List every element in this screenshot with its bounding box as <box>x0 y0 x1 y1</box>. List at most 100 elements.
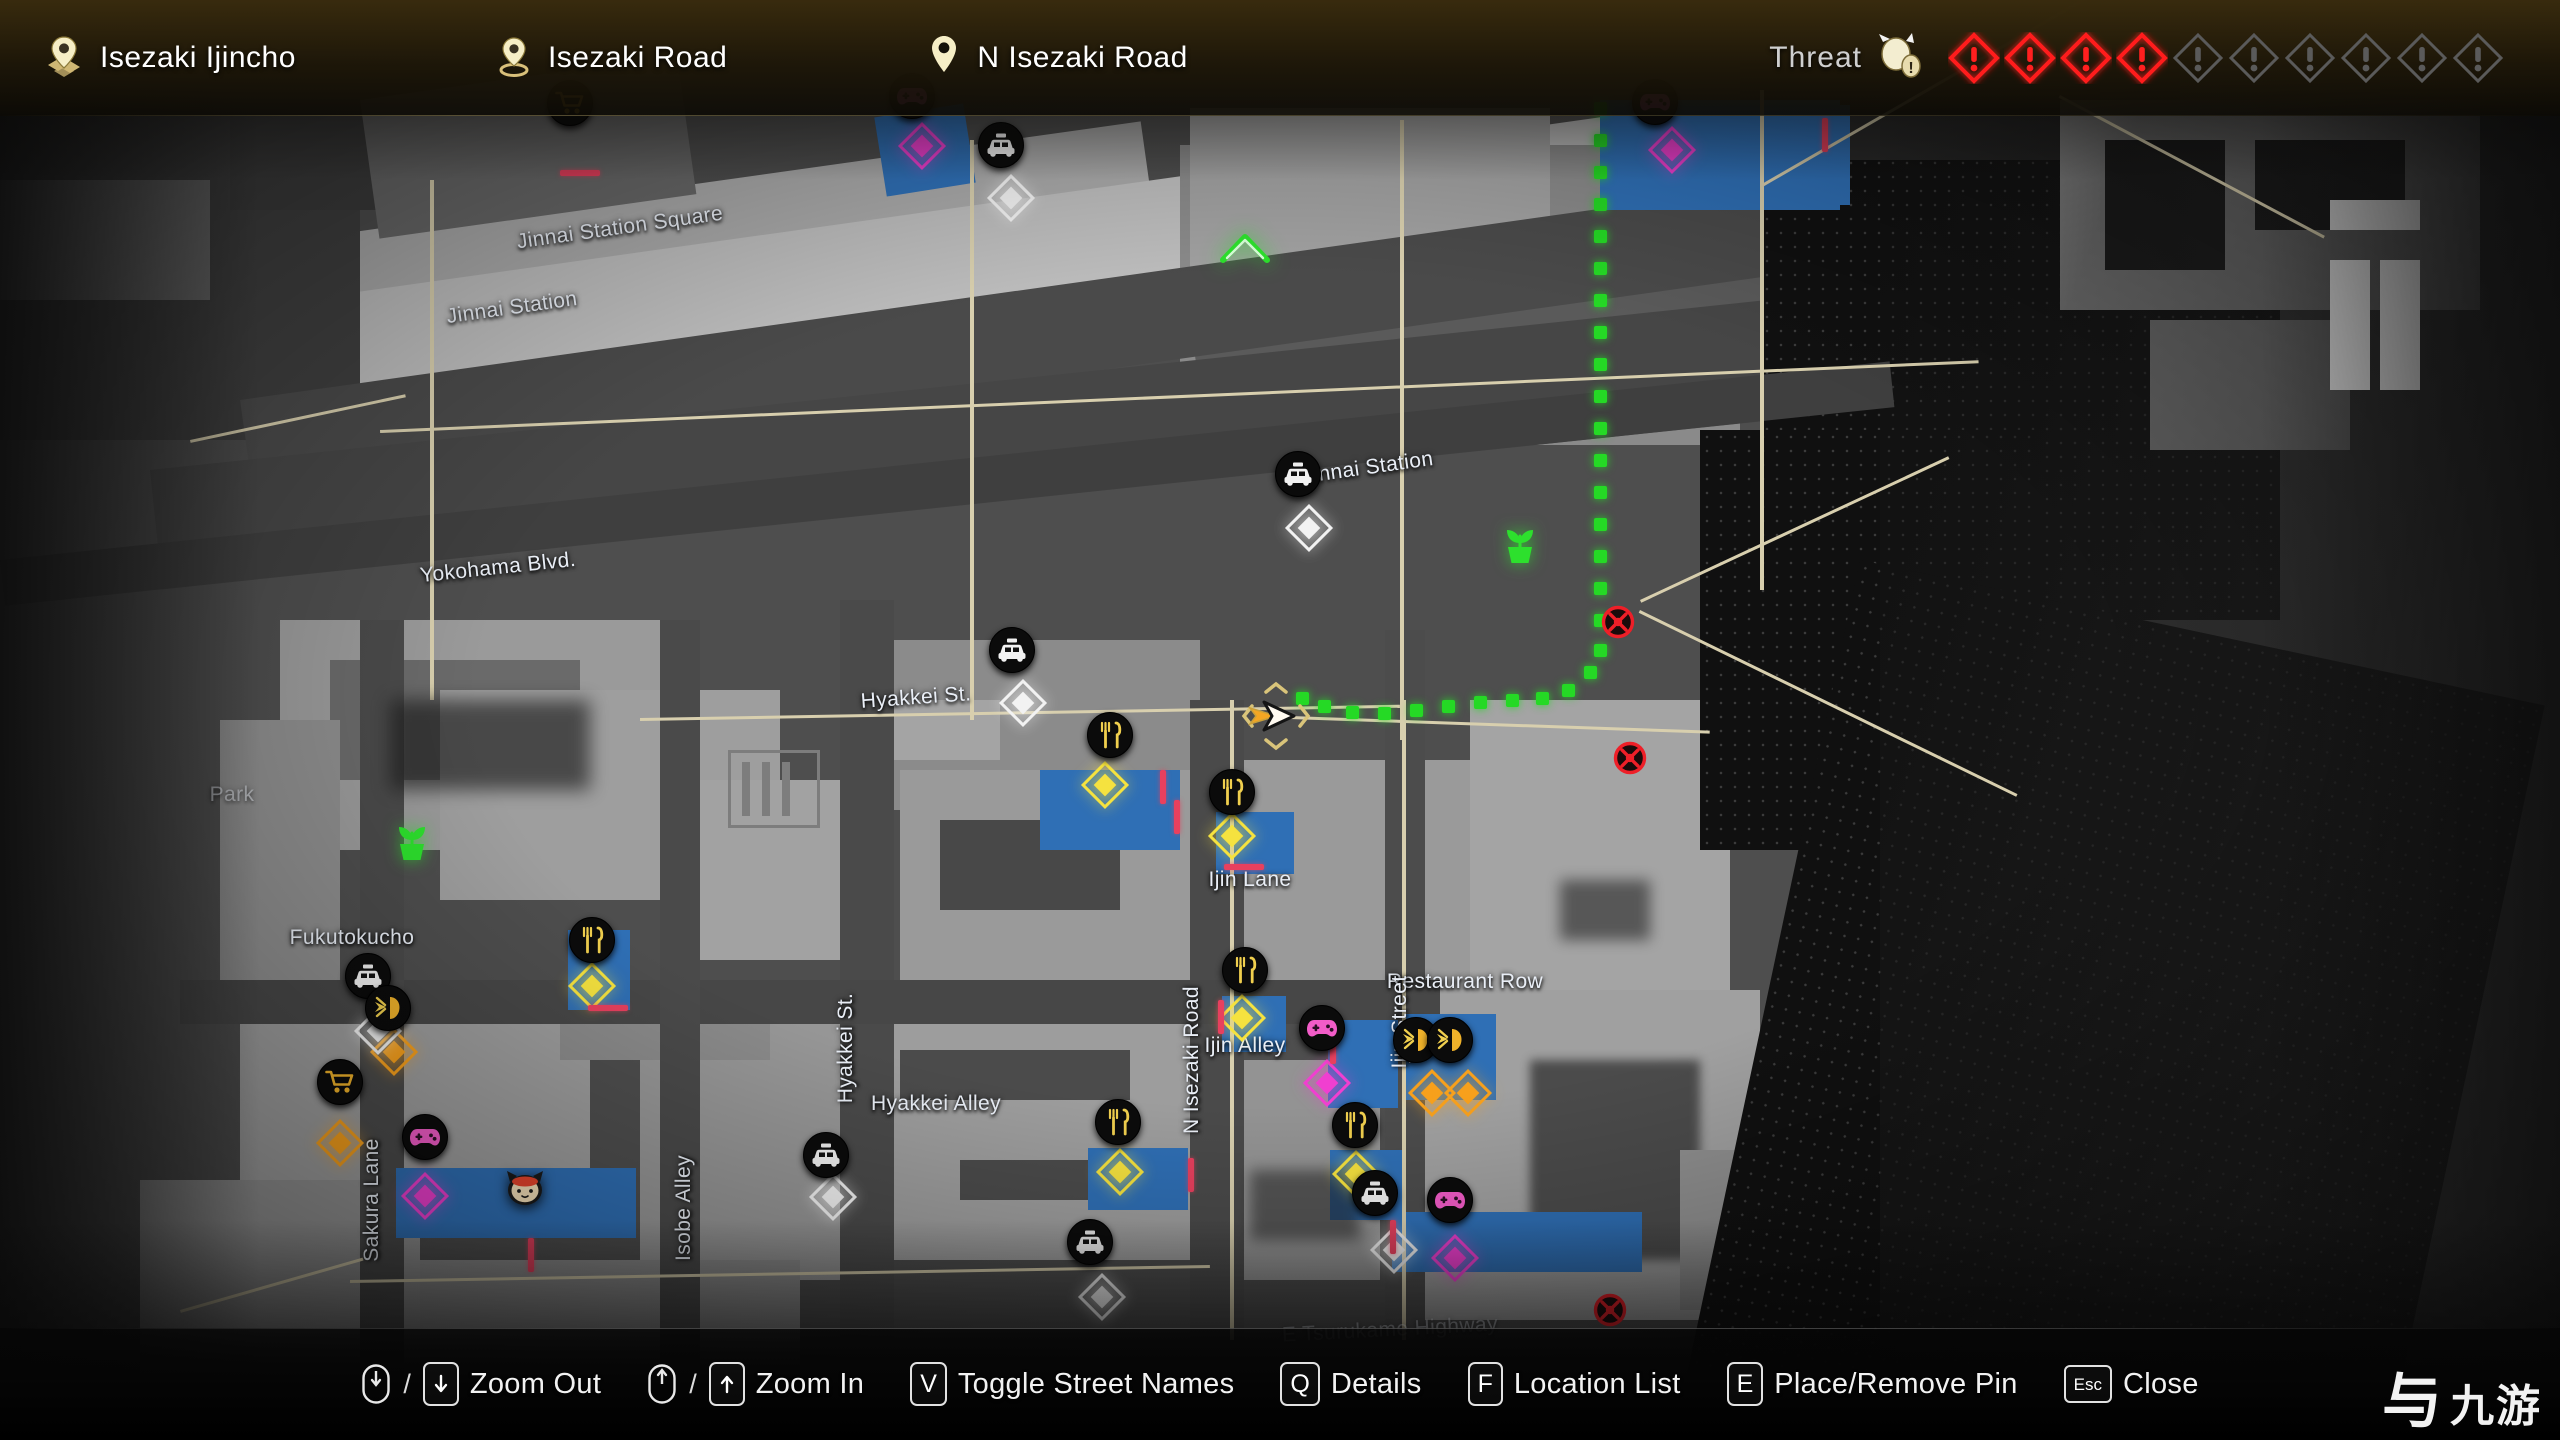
hint-details-label: Details <box>1330 1367 1422 1400</box>
map-header-bar: Isezaki Ijincho Isezaki Road N Isezaki R… <box>0 0 2560 116</box>
breadcrumb-street[interactable]: N Isezaki Road <box>927 34 1187 83</box>
threat-pip-filled <box>1948 32 2000 84</box>
hint-zoom-out-label: Zoom Out <box>469 1367 602 1400</box>
threat-label: Threat <box>1769 41 1862 74</box>
key-q[interactable]: Q <box>1280 1362 1320 1406</box>
objective-diamond-pink[interactable] <box>1430 1233 1480 1283</box>
route-dot <box>1474 696 1487 709</box>
arrow-up-key[interactable] <box>708 1362 745 1406</box>
breadcrumb-area[interactable]: Isezaki Road <box>496 35 727 82</box>
map-pin-district-icon <box>44 35 84 82</box>
breadcrumb-street-label: N Isezaki Road <box>977 41 1188 74</box>
closed-marker-tick <box>588 1005 628 1011</box>
gamepad-icon[interactable] <box>1427 1177 1473 1223</box>
key-f[interactable]: F <box>1467 1362 1503 1406</box>
objective-diamond-yellow[interactable] <box>1207 811 1257 861</box>
threat-pip-filled <box>2004 32 2056 84</box>
site-watermark: 与 九游 <box>2382 1370 2542 1434</box>
closed-marker-tick <box>1822 118 1828 152</box>
route-dot <box>1594 582 1607 595</box>
mouse-wheel-up-icon <box>647 1363 677 1405</box>
hint-location-list[interactable]: F Location List <box>1467 1362 1681 1406</box>
gamepad-icon[interactable] <box>1299 1005 1345 1051</box>
objective-diamond-orange[interactable] <box>315 1118 365 1168</box>
route-dot <box>1594 166 1607 179</box>
objective-diamond-yellow[interactable] <box>1217 993 1267 1043</box>
restaurant-icon[interactable] <box>1087 712 1133 758</box>
watermark-text: 九游 <box>2450 1382 2542 1431</box>
objective-diamond-pink[interactable] <box>400 1171 450 1221</box>
taxi-icon[interactable] <box>1067 1219 1113 1265</box>
route-dot <box>1506 694 1519 707</box>
hint-location-list-label: Location List <box>1513 1367 1681 1400</box>
restaurant-icon[interactable] <box>1222 947 1268 993</box>
objective-diamond-pink[interactable] <box>1302 1058 1352 1108</box>
taxi-icon[interactable] <box>1275 451 1321 497</box>
plant-icon[interactable] <box>392 821 432 868</box>
hint-place-remove-pin[interactable]: E Place/Remove Pin <box>1726 1362 2018 1406</box>
key-esc[interactable]: Esc <box>2063 1365 2112 1403</box>
taxi-icon[interactable] <box>803 1132 849 1178</box>
hint-zoom-in-label: Zoom In <box>755 1367 865 1400</box>
map-pin-outline-icon <box>496 35 532 82</box>
route-dot <box>1594 550 1607 563</box>
mascot-icon[interactable] <box>503 1168 547 1213</box>
hint-toggle-street-names[interactable]: V Toggle Street Names <box>910 1362 1234 1406</box>
closed-marker-tick <box>1390 1220 1396 1254</box>
blocked-road-icon <box>1613 741 1647 775</box>
route-dot <box>1594 644 1607 657</box>
objective-diamond-yellow[interactable] <box>1080 760 1130 810</box>
objective-diamond-yellow[interactable] <box>1095 1147 1145 1197</box>
breadcrumb-district[interactable]: Isezaki Ijincho <box>44 35 296 82</box>
threat-meter: Threat ! <box>1769 0 2504 116</box>
objective-diamond-white[interactable] <box>998 678 1048 728</box>
shop-icon[interactable] <box>317 1059 363 1105</box>
route-dot <box>1584 666 1597 679</box>
gamepad-icon[interactable] <box>402 1114 448 1160</box>
objective-diamond-white[interactable] <box>1284 503 1334 553</box>
objective-diamond-orange[interactable] <box>1443 1068 1493 1118</box>
objective-diamond-white[interactable] <box>986 173 1036 223</box>
objective-diamond-pink[interactable] <box>897 121 947 171</box>
route-dot <box>1536 692 1549 705</box>
map-canvas[interactable]: Jinnai Station Square Jinnai Station Jinna… <box>0 0 2560 1440</box>
route-dot <box>1594 294 1607 307</box>
taxi-icon[interactable] <box>978 122 1024 168</box>
route-dot <box>1346 706 1359 719</box>
hint-details[interactable]: Q Details <box>1280 1362 1421 1406</box>
weapon-icon[interactable] <box>1427 1017 1473 1063</box>
hint-toggle-street-names-label: Toggle Street Names <box>957 1367 1235 1400</box>
taxi-icon[interactable] <box>1352 1170 1398 1216</box>
threat-pip-empty <box>2284 32 2336 84</box>
hint-close[interactable]: Esc Close <box>2063 1365 2199 1403</box>
blocked-road-icon <box>1601 605 1635 639</box>
hint-zoom-out[interactable]: / Zoom Out <box>361 1362 601 1406</box>
taxi-icon[interactable] <box>989 627 1035 673</box>
closed-marker-tick <box>1174 800 1180 834</box>
objective-diamond-yellow[interactable] <box>567 961 617 1011</box>
weapon-icon[interactable] <box>365 985 411 1031</box>
arrow-down-key[interactable] <box>422 1362 459 1406</box>
threat-pip-empty <box>2340 32 2392 84</box>
objective-diamond-white[interactable] <box>1077 1272 1127 1322</box>
route-dot <box>1594 134 1607 147</box>
mouse-wheel-down-icon <box>361 1363 391 1405</box>
closed-marker-tick <box>1224 864 1264 870</box>
restaurant-icon[interactable] <box>569 917 615 963</box>
map-screen: Jinnai Station Square Jinnai Station Jinna… <box>0 0 2560 1440</box>
breadcrumb-area-label: Isezaki Road <box>547 41 728 74</box>
hint-zoom-in[interactable]: / Zoom In <box>647 1362 864 1406</box>
key-e[interactable]: E <box>1726 1362 1764 1406</box>
restaurant-icon[interactable] <box>1332 1102 1378 1148</box>
objective-diamond-white[interactable] <box>808 1172 858 1222</box>
objective-diamond-pink[interactable] <box>1647 125 1697 175</box>
key-v[interactable]: V <box>910 1362 947 1406</box>
restaurant-icon[interactable] <box>1209 769 1255 815</box>
closed-marker-tick <box>560 170 600 176</box>
threat-pip-filled <box>2116 32 2168 84</box>
restaurant-icon[interactable] <box>1095 1099 1141 1145</box>
route-dot <box>1594 518 1607 531</box>
closed-marker-tick <box>1160 770 1166 804</box>
blocked-road-icon <box>1593 1293 1627 1327</box>
plant-icon[interactable] <box>1500 524 1540 571</box>
